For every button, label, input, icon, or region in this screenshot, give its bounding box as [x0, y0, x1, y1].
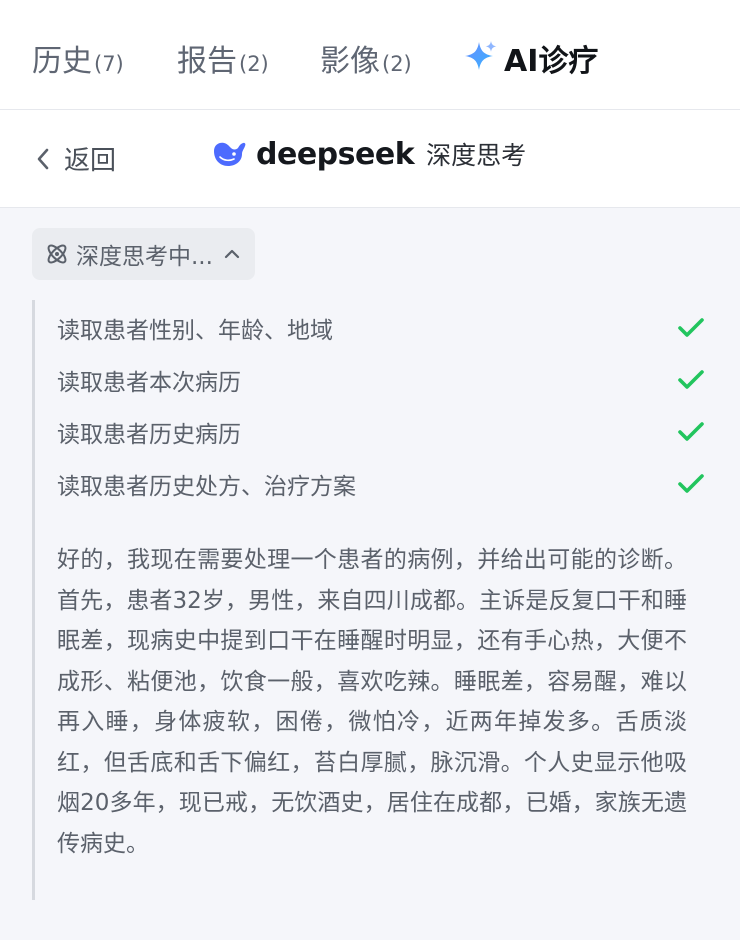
chevron-left-icon	[37, 148, 49, 169]
tab-history[interactable]: 历史(7)	[32, 36, 124, 80]
tab-imaging-label: 影像	[320, 44, 380, 79]
step-text: 读取患者性别、年龄、地域	[57, 318, 333, 344]
check-icon	[678, 422, 704, 441]
back-label: 返回	[64, 146, 117, 176]
tab-history-count: (7)	[94, 52, 124, 76]
tab-history-label: 历史	[32, 44, 92, 79]
deepseek-whale-icon	[214, 142, 246, 166]
atom-icon	[47, 244, 67, 264]
tab-reports-label: 报告	[177, 44, 237, 79]
step-text: 读取患者历史处方、治疗方案	[57, 474, 356, 500]
step-text: 读取患者历史病历	[57, 422, 241, 448]
sparkle-icon	[465, 41, 497, 70]
thinking-step: 读取患者本次病历	[57, 352, 708, 404]
tab-reports-count: (2)	[239, 52, 269, 76]
chevron-up-icon	[224, 249, 240, 259]
check-icon	[678, 318, 704, 337]
tab-bar: 历史(7) 报告(2) 影像(2) AI诊疗	[0, 0, 740, 110]
sub-header: 返回 deepseek 深度思考	[0, 110, 740, 208]
thinking-panel: 读取患者性别、年龄、地域 读取患者本次病历 读取患者历史病历 读取患者历史处方、…	[32, 300, 708, 900]
thinking-step: 读取患者历史病历	[57, 404, 708, 456]
thinking-toggle[interactable]: 深度思考中...	[32, 228, 255, 280]
back-button[interactable]: 返回	[36, 140, 116, 177]
thinking-status: 深度思考中...	[76, 244, 213, 270]
check-icon	[678, 474, 704, 493]
brand-mode: 深度思考	[426, 141, 527, 170]
chat-content: 深度思考中... 读取患者性别、年龄、地域 读取患者本次病历 读取患者历史病历 …	[0, 208, 740, 900]
check-icon	[678, 370, 704, 389]
tab-ai-diagnosis-label: AI诊疗	[504, 44, 599, 79]
thinking-step: 读取患者历史处方、治疗方案	[57, 456, 708, 508]
model-brand: deepseek 深度思考	[212, 136, 526, 172]
tab-reports[interactable]: 报告(2)	[177, 36, 269, 80]
thinking-paragraph: 好的，我现在需要处理一个患者的病例，并给出可能的诊断。首先，患者32岁，男性，来…	[57, 547, 687, 857]
tab-imaging[interactable]: 影像(2)	[320, 36, 412, 80]
thinking-step: 读取患者性别、年龄、地域	[57, 300, 708, 352]
tab-ai-diagnosis[interactable]: AI诊疗	[462, 36, 598, 80]
tab-imaging-count: (2)	[382, 52, 412, 76]
step-text: 读取患者本次病历	[57, 370, 241, 396]
brand-name: deepseek	[256, 136, 415, 172]
